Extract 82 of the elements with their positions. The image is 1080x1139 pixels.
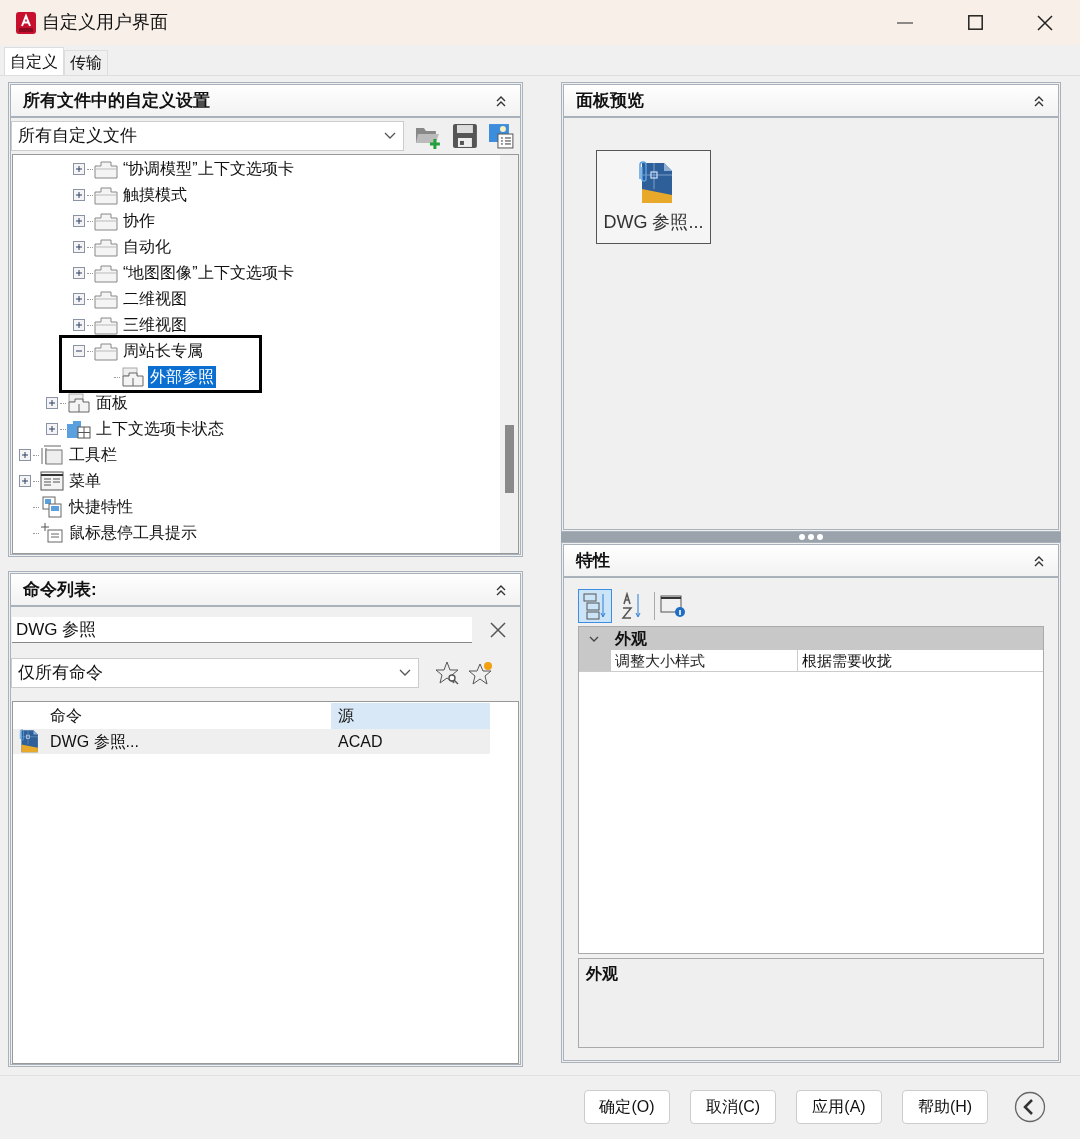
expand-box-icon[interactable]: [73, 319, 85, 331]
description-title: 外观: [586, 965, 618, 982]
tree-item[interactable]: 快捷特性: [67, 496, 135, 518]
command-filter-dropdown[interactable]: 仅所有命令: [11, 658, 419, 688]
tab-icon: [93, 236, 119, 258]
table-cell-text: DWG 参照...: [49, 731, 140, 752]
tab[interactable]: 传输: [64, 50, 108, 75]
tab-icon: [93, 340, 119, 362]
star-search-icon[interactable]: [435, 660, 461, 686]
tab-icon: [93, 184, 119, 206]
tooltip-icon: [39, 522, 65, 544]
search-field[interactable]: DWG 参照: [12, 617, 472, 643]
expand-box-icon[interactable]: [73, 215, 85, 227]
maximize-icon: [967, 15, 983, 30]
expand-box-icon[interactable]: [73, 189, 85, 201]
tree-item[interactable]: 二维视图: [121, 288, 189, 310]
collapse-chevron-icon[interactable]: [1014, 1091, 1046, 1123]
expand-box-icon[interactable]: [46, 397, 58, 409]
tree-item[interactable]: 触摸模式: [121, 184, 189, 206]
tree-item[interactable]: 菜单: [67, 470, 103, 492]
tab-icon: [93, 210, 119, 232]
panel-icon: [66, 392, 92, 414]
categorized-view-button[interactable]: [578, 589, 612, 623]
save-icon[interactable]: [452, 123, 479, 149]
contextual-tab-icon: [66, 418, 92, 440]
dialog-button[interactable]: 应用(A): [796, 1090, 882, 1124]
tree-sort-icon: [583, 592, 607, 620]
panel-title: 特性: [576, 549, 610, 572]
tree-item[interactable]: 周站长专属: [121, 340, 205, 362]
tree-item[interactable]: 工具栏: [67, 444, 119, 466]
collapse-caret-icon[interactable]: [588, 634, 600, 643]
category-label: 外观: [615, 628, 647, 649]
column-header[interactable]: 源: [331, 703, 490, 729]
scrollbar-thumb[interactable]: [505, 425, 514, 493]
expand-box-icon[interactable]: [73, 241, 85, 253]
tree-item[interactable]: 上下文选项卡状态: [94, 418, 226, 440]
app-logo-icon: [16, 11, 36, 34]
close-icon: [1037, 14, 1053, 31]
tree-item[interactable]: 外部参照: [148, 366, 216, 388]
menu-icon: [39, 470, 65, 492]
panel-title: 命令列表:: [23, 578, 97, 601]
dropdown-caret-icon: [398, 668, 412, 678]
dialog-button[interactable]: 确定(O): [584, 1090, 670, 1124]
description-icon[interactable]: [659, 593, 687, 619]
file-filter-dropdown[interactable]: 所有自定义文件: [11, 121, 405, 151]
property-value: 根据需要收拢: [798, 650, 1043, 671]
dialog-button[interactable]: 帮助(H): [902, 1090, 988, 1124]
expand-box-icon[interactable]: [73, 163, 85, 175]
ribbon-button[interactable]: DWG 参照...: [596, 150, 711, 244]
property-name: 调整大小样式: [611, 650, 798, 671]
dialog-button[interactable]: 取消(C): [690, 1090, 776, 1124]
expand-box-icon[interactable]: [46, 423, 58, 435]
expand-box-icon[interactable]: [19, 475, 31, 487]
expand-box-icon[interactable]: [73, 293, 85, 305]
quick-properties-icon: [39, 496, 65, 518]
new-star-icon[interactable]: [469, 660, 495, 686]
collapse-box-icon[interactable]: [73, 345, 85, 357]
dwg-reference-icon: [17, 728, 39, 755]
tab[interactable]: 自定义: [4, 47, 64, 75]
tree-item[interactable]: 面板: [94, 392, 130, 414]
expand-box-icon[interactable]: [19, 449, 31, 461]
tab-icon: [93, 158, 119, 180]
tree-item[interactable]: 鼠标悬停工具提示: [67, 522, 199, 544]
tree-item[interactable]: 三维视图: [121, 314, 189, 336]
minimize-icon: [897, 21, 913, 24]
table-cell-text: ACAD: [337, 731, 384, 752]
expand-box-icon[interactable]: [73, 267, 85, 279]
tree-item[interactable]: 自动化: [121, 236, 173, 258]
tree-item[interactable]: “地图图像”上下文选项卡: [121, 262, 296, 284]
tab-icon: [93, 314, 119, 336]
tree-item[interactable]: “协调模型”上下文选项卡: [121, 158, 296, 180]
tab-icon: [93, 262, 119, 284]
toolbar-icon: [39, 444, 65, 466]
close-icon: [489, 621, 507, 639]
tab-icon: [93, 288, 119, 310]
tree-item[interactable]: 协作: [121, 210, 157, 232]
panel-title: 面板预览: [576, 89, 644, 112]
panel-title: 所有文件中的自定义设置: [23, 89, 210, 112]
window-title: 自定义用户界面: [42, 11, 168, 34]
image-list-icon[interactable]: [488, 123, 514, 149]
panel-icon: [120, 366, 146, 388]
dropdown-caret-icon: [383, 131, 398, 141]
